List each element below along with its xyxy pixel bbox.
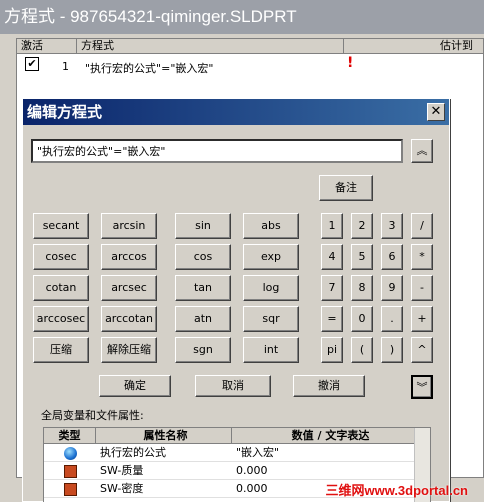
row-index: 1	[62, 60, 69, 73]
dialog-title-text: 编辑方程式	[27, 103, 103, 121]
header-value[interactable]: 数值 / 文字表达	[232, 428, 430, 443]
function-key[interactable]: sin	[175, 213, 231, 239]
header-property-name[interactable]: 属性名称	[96, 428, 232, 443]
expression-input[interactable]	[31, 139, 403, 163]
function-key[interactable]: cotan	[33, 275, 89, 301]
watermark-text: 三维网www.3dportal.cn	[325, 483, 468, 498]
function-key[interactable]: sgn	[175, 337, 231, 363]
function-key[interactable]: secant	[33, 213, 89, 239]
number-key[interactable]: 4	[321, 244, 343, 270]
property-icon	[63, 464, 77, 478]
function-key[interactable]: arccosec	[33, 306, 89, 332]
function-key[interactable]: cos	[175, 244, 231, 270]
header-equation[interactable]: 方程式	[77, 39, 344, 53]
header-evaluates-to[interactable]: 估计到	[344, 39, 483, 53]
number-key[interactable]: *	[411, 244, 433, 270]
number-key[interactable]: 8	[351, 275, 373, 301]
edit-equation-dialog: 编辑方程式 ✕ ︽ 备注 确定 取消 撤消 ︾ 全局变量和文件属性: 类型 属性…	[22, 98, 450, 502]
property-icon	[63, 482, 77, 496]
header-type[interactable]: 类型	[44, 428, 96, 443]
warning-icon: !	[347, 55, 354, 71]
number-key[interactable]: +	[411, 306, 433, 332]
dialog-title: 编辑方程式 ✕	[23, 99, 449, 125]
number-key[interactable]: 7	[321, 275, 343, 301]
number-key[interactable]: 9	[381, 275, 403, 301]
function-key[interactable]: arccotan	[101, 306, 157, 332]
equation-formula[interactable]: "执行宏的公式"="嵌入宏"	[85, 60, 213, 76]
number-key[interactable]: 3	[381, 213, 403, 239]
function-key[interactable]: tan	[175, 275, 231, 301]
collapse-button[interactable]: ︽	[411, 139, 433, 163]
number-key[interactable]: 1	[321, 213, 343, 239]
number-key[interactable]: =	[321, 306, 343, 332]
function-key[interactable]: 压缩	[33, 337, 89, 363]
number-key[interactable]: .	[381, 306, 403, 332]
globals-label: 全局变量和文件属性:	[41, 409, 144, 422]
table-row[interactable]: 执行宏的公式 "嵌入宏"	[44, 444, 430, 462]
globals-header: 类型 属性名称 数值 / 文字表达	[44, 428, 430, 444]
equation-row[interactable]: ✔ 1 "执行宏的公式"="嵌入宏" !	[17, 54, 483, 78]
function-key[interactable]: arcsin	[101, 213, 157, 239]
function-key[interactable]: atn	[175, 306, 231, 332]
note-button[interactable]: 备注	[319, 175, 373, 201]
number-key[interactable]: 0	[351, 306, 373, 332]
function-key[interactable]: log	[243, 275, 299, 301]
globe-icon	[63, 446, 77, 460]
property-value: 0.000	[236, 464, 268, 477]
number-key[interactable]: (	[351, 337, 373, 363]
property-name: 执行宏的公式	[100, 446, 166, 459]
table-row[interactable]: SW-质量 0.000	[44, 462, 430, 480]
ok-button[interactable]: 确定	[99, 375, 171, 397]
number-key[interactable]: 5	[351, 244, 373, 270]
property-name: SW-质量	[100, 464, 144, 477]
active-checkbox[interactable]: ✔	[25, 57, 39, 71]
function-key[interactable]: sqr	[243, 306, 299, 332]
function-key[interactable]: cosec	[33, 244, 89, 270]
number-key[interactable]: )	[381, 337, 403, 363]
close-icon[interactable]: ✕	[427, 103, 445, 121]
number-key[interactable]: ^	[411, 337, 433, 363]
header-active[interactable]: 激活	[17, 39, 77, 53]
function-key[interactable]: arcsec	[101, 275, 157, 301]
function-key[interactable]: int	[243, 337, 299, 363]
number-key[interactable]: 2	[351, 213, 373, 239]
function-key[interactable]: exp	[243, 244, 299, 270]
number-key[interactable]: -	[411, 275, 433, 301]
undo-button[interactable]: 撤消	[293, 375, 365, 397]
property-value: "嵌入宏"	[236, 446, 280, 459]
expand-button[interactable]: ︾	[411, 375, 433, 399]
property-name: SW-密度	[100, 482, 144, 495]
equations-header: 激活 方程式 估计到	[17, 39, 483, 54]
function-key[interactable]: arccos	[101, 244, 157, 270]
cancel-button[interactable]: 取消	[195, 375, 271, 397]
function-key[interactable]: 解除压缩	[101, 337, 157, 363]
number-key[interactable]: /	[411, 213, 433, 239]
function-key[interactable]: abs	[243, 213, 299, 239]
number-key[interactable]: pi	[321, 337, 343, 363]
number-key[interactable]: 6	[381, 244, 403, 270]
window-title: 方程式 - 987654321-qiminger.SLDPRT	[0, 0, 484, 34]
